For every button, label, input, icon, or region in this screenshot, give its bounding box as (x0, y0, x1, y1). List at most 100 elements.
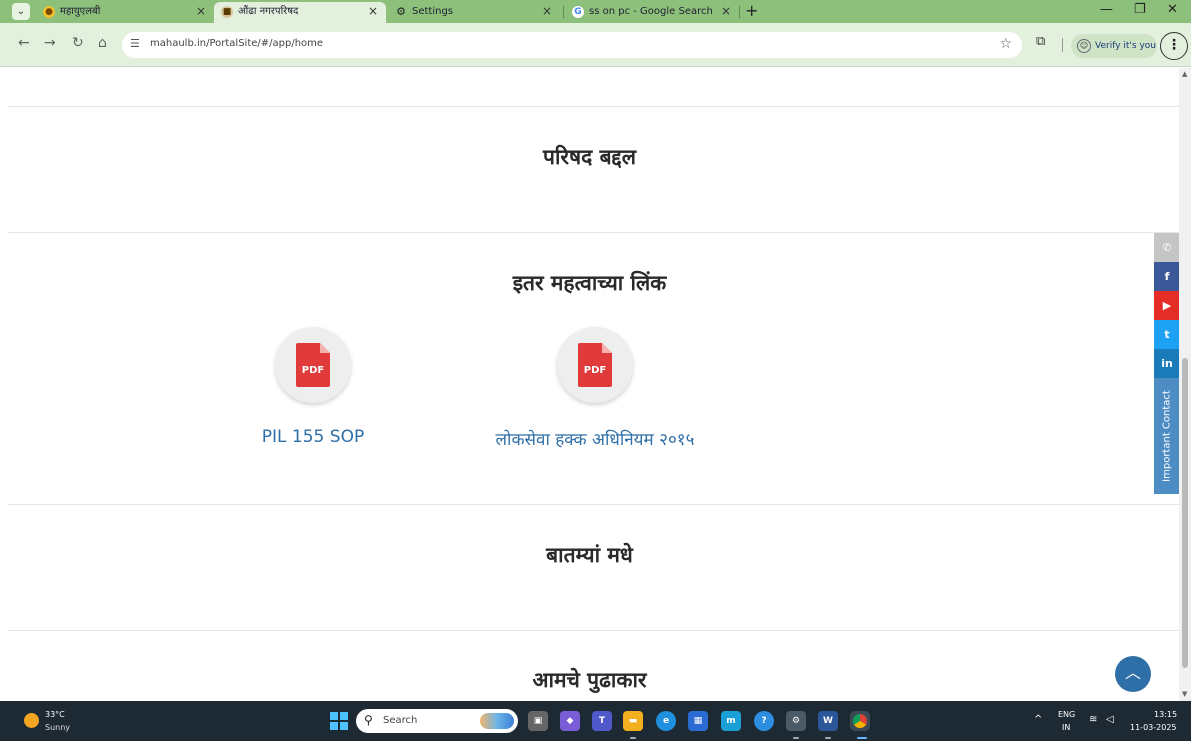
url-text: mahaulb.in/PortalSite/#/app/home (150, 38, 324, 49)
tab-title: औंढा नगरपरिषद (238, 6, 299, 17)
tab-aundha-nagarparishad[interactable]: ■ औंढा नगरपरिषद × (214, 2, 386, 23)
teams-icon[interactable]: T (592, 711, 612, 731)
pdf-link-pil-155-sop[interactable]: PDF PIL 155 SOP (193, 327, 433, 447)
tray-overflow-icon[interactable]: ^ (1034, 714, 1042, 725)
pdf-link-label[interactable]: लोकसेवा हक्क अधिनियम २०१५ (475, 427, 715, 450)
sun-icon[interactable] (24, 713, 39, 728)
pdf-link-lokseva-act-2015[interactable]: PDF लोकसेवा हक्क अधिनियम २०१५ (475, 327, 715, 450)
copilot-icon[interactable]: ◆ (560, 711, 580, 731)
scroll-to-top-button[interactable]: ︿ (1115, 656, 1151, 692)
wifi-icon[interactable]: ≋ (1089, 714, 1097, 725)
section-title-news: बातम्यां मधे (546, 543, 633, 567)
pdf-icon: PDF (578, 343, 612, 387)
google-icon: G (572, 6, 584, 18)
section-title-initiatives: आमचे पुढाकार (532, 668, 647, 692)
browser-toolbar: ← → ↻ ⌂ ☰ mahaulb.in/PortalSite/#/app/ho… (0, 23, 1191, 67)
edge-icon[interactable]: e (656, 711, 676, 731)
close-tab-icon[interactable]: × (196, 2, 206, 21)
important-contact-label: Important Contact (1161, 390, 1173, 482)
extensions-icon[interactable]: ⧉ (1036, 34, 1045, 49)
search-placeholder: Search (383, 715, 418, 726)
running-indicator (825, 737, 831, 739)
close-tab-icon[interactable]: × (368, 2, 378, 21)
tab-search-button[interactable]: ⌄ (12, 3, 30, 20)
scrollbar-thumb[interactable] (1182, 358, 1188, 668)
address-bar[interactable]: ☰ mahaulb.in/PortalSite/#/app/home ☆ (122, 32, 1022, 58)
weather-temperature: 33°C (45, 710, 65, 719)
forward-icon[interactable]: → (44, 35, 56, 51)
section-divider (8, 630, 1179, 631)
tab-title: ss on pc - Google Search (589, 6, 713, 17)
windows-taskbar: 33°C Sunny ⚲ Search ▣ ◆ T ▬ e ▦ m ? ⚙ W … (0, 701, 1191, 741)
chrome-icon[interactable] (850, 711, 870, 731)
section-divider (8, 232, 1179, 233)
tab-mahaulb[interactable]: ● महायुएलबी × (36, 2, 214, 23)
minimize-icon[interactable]: — (1100, 2, 1113, 17)
verify-identity-button[interactable]: ☺ Verify it's you (1071, 34, 1157, 58)
word-icon[interactable]: W (818, 711, 838, 731)
reload-icon[interactable]: ↻ (72, 35, 84, 51)
tab-google-search[interactable]: G ss on pc - Google Search × (565, 2, 739, 23)
clock-time[interactable]: 13:15 (1154, 710, 1177, 719)
browser-tab-strip: ⌄ ● महायुएलबी × ■ औंढा नगरपरिषद × ⚙ Sett… (0, 0, 1191, 23)
youtube-icon[interactable]: ▶ (1154, 291, 1180, 320)
browser-menu-icon[interactable]: ⋮ (1160, 32, 1188, 60)
tab-title: Settings (412, 6, 454, 17)
help-icon[interactable]: ? (754, 711, 774, 731)
emblem-icon: ● (43, 6, 55, 18)
bookmark-star-icon[interactable]: ☆ (999, 36, 1012, 52)
restore-icon[interactable]: ❐ (1134, 2, 1146, 17)
close-window-icon[interactable]: ✕ (1167, 2, 1178, 17)
close-tab-icon[interactable]: × (721, 2, 731, 21)
taskbar-search-box[interactable]: ⚲ Search (356, 709, 518, 733)
facebook-icon[interactable]: f (1154, 262, 1180, 291)
file-explorer-icon[interactable]: ▬ (623, 711, 643, 731)
verify-label: Verify it's you (1095, 41, 1156, 51)
clock-date[interactable]: 11-03-2025 (1130, 723, 1177, 732)
section-divider (8, 504, 1179, 505)
task-view-icon[interactable]: ▣ (528, 711, 548, 731)
scroll-up-icon[interactable]: ▲ (1182, 70, 1187, 78)
site-settings-icon[interactable]: ☰ (130, 37, 140, 50)
page-scrollbar[interactable]: ▲ ▼ (1179, 68, 1191, 701)
pdf-icon-text: PDF (584, 365, 606, 376)
language-indicator[interactable]: ENG (1058, 710, 1075, 719)
search-highlight-icon (480, 713, 514, 729)
tab-title: महायुएलबी (60, 6, 101, 17)
pdf-link-label[interactable]: PIL 155 SOP (193, 427, 433, 447)
running-indicator (630, 737, 636, 739)
weather-condition: Sunny (45, 723, 71, 732)
home-icon[interactable]: ⌂ (98, 35, 107, 51)
linkedin-icon[interactable]: in (1154, 349, 1180, 378)
pdf-icon-text: PDF (302, 365, 324, 376)
active-indicator (857, 737, 867, 739)
section-title-important-links: इतर महत्वाच्या लिंक (512, 271, 667, 295)
tab-settings[interactable]: ⚙ Settings × (388, 2, 560, 23)
important-contact-tab[interactable]: Important Contact (1154, 378, 1180, 494)
phone-icon[interactable]: ✆ (1154, 233, 1180, 262)
back-icon[interactable]: ← (18, 35, 30, 51)
page-content: परिषद बद्दल इतर महत्वाच्या लिंक PDF PIL … (0, 68, 1179, 701)
settings-gear-icon[interactable]: ⚙ (786, 711, 806, 731)
new-tab-button[interactable]: + (745, 1, 758, 20)
search-icon: ⚲ (364, 713, 373, 727)
section-divider (8, 106, 1179, 107)
profile-icon: ☺ (1077, 39, 1091, 53)
pdf-icon-circle: PDF (557, 327, 633, 403)
tab-separator (563, 6, 564, 18)
region-indicator: IN (1062, 723, 1071, 732)
tab-separator (739, 6, 740, 18)
emblem-icon: ■ (221, 6, 233, 18)
scroll-down-icon[interactable]: ▼ (1182, 690, 1187, 698)
pdf-icon: PDF (296, 343, 330, 387)
toolbar-separator (1062, 38, 1063, 52)
store-icon[interactable]: ▦ (688, 711, 708, 731)
volume-icon[interactable]: ◁ (1106, 714, 1114, 725)
twitter-icon[interactable]: t (1154, 320, 1180, 349)
mahavitaran-icon[interactable]: m (721, 711, 741, 731)
close-tab-icon[interactable]: × (542, 2, 552, 21)
pdf-icon-circle: PDF (275, 327, 351, 403)
windows-start-icon[interactable] (330, 712, 348, 730)
gear-icon: ⚙ (396, 5, 406, 18)
running-indicator (793, 737, 799, 739)
